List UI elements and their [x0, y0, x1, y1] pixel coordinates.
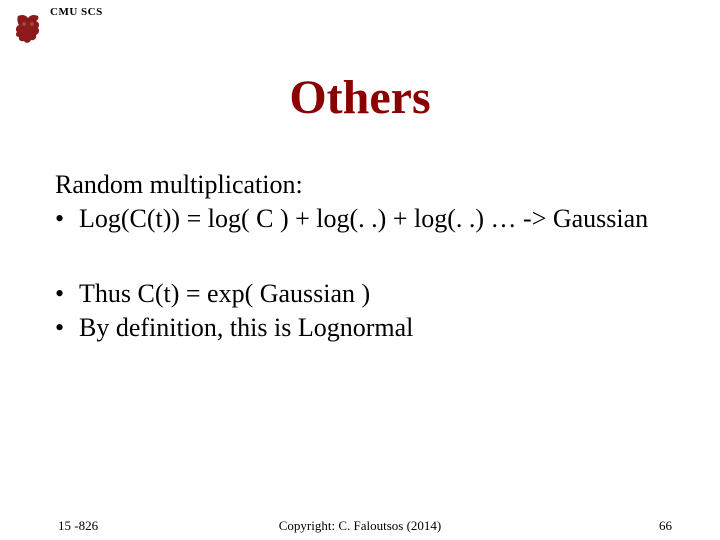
- bullet-text: By definition, this is Lognormal: [79, 311, 665, 345]
- slide-body: Random multiplication: • Log(C(t)) = log…: [55, 168, 665, 385]
- slide-title: Others: [0, 70, 720, 125]
- slide: CMU SCS Others Random multiplication: • …: [0, 0, 720, 540]
- bullet-text: Log(C(t)) = log( C ) + log(. .) + log(. …: [79, 202, 665, 236]
- bullet-dot-icon: •: [55, 277, 79, 311]
- bullet-item: • By definition, this is Lognormal: [55, 311, 665, 345]
- slide-header: CMU SCS: [12, 6, 103, 48]
- section1-intro: Random multiplication:: [55, 168, 665, 202]
- header-org: CMU SCS: [50, 6, 103, 18]
- footer-page-number: 66: [659, 518, 672, 534]
- bullet-dot-icon: •: [55, 311, 79, 345]
- bullet-dot-icon: •: [55, 202, 79, 236]
- body-section-2: • Thus C(t) = exp( Gaussian ) • By defin…: [55, 277, 665, 346]
- bullet-item: • Log(C(t)) = log( C ) + log(. .) + log(…: [55, 202, 665, 236]
- body-section-1: Random multiplication: • Log(C(t)) = log…: [55, 168, 665, 237]
- bullet-item: • Thus C(t) = exp( Gaussian ): [55, 277, 665, 311]
- cmu-scotty-icon: [12, 12, 44, 48]
- bullet-text: Thus C(t) = exp( Gaussian ): [79, 277, 665, 311]
- footer-copyright: Copyright: C. Faloutsos (2014): [0, 518, 720, 534]
